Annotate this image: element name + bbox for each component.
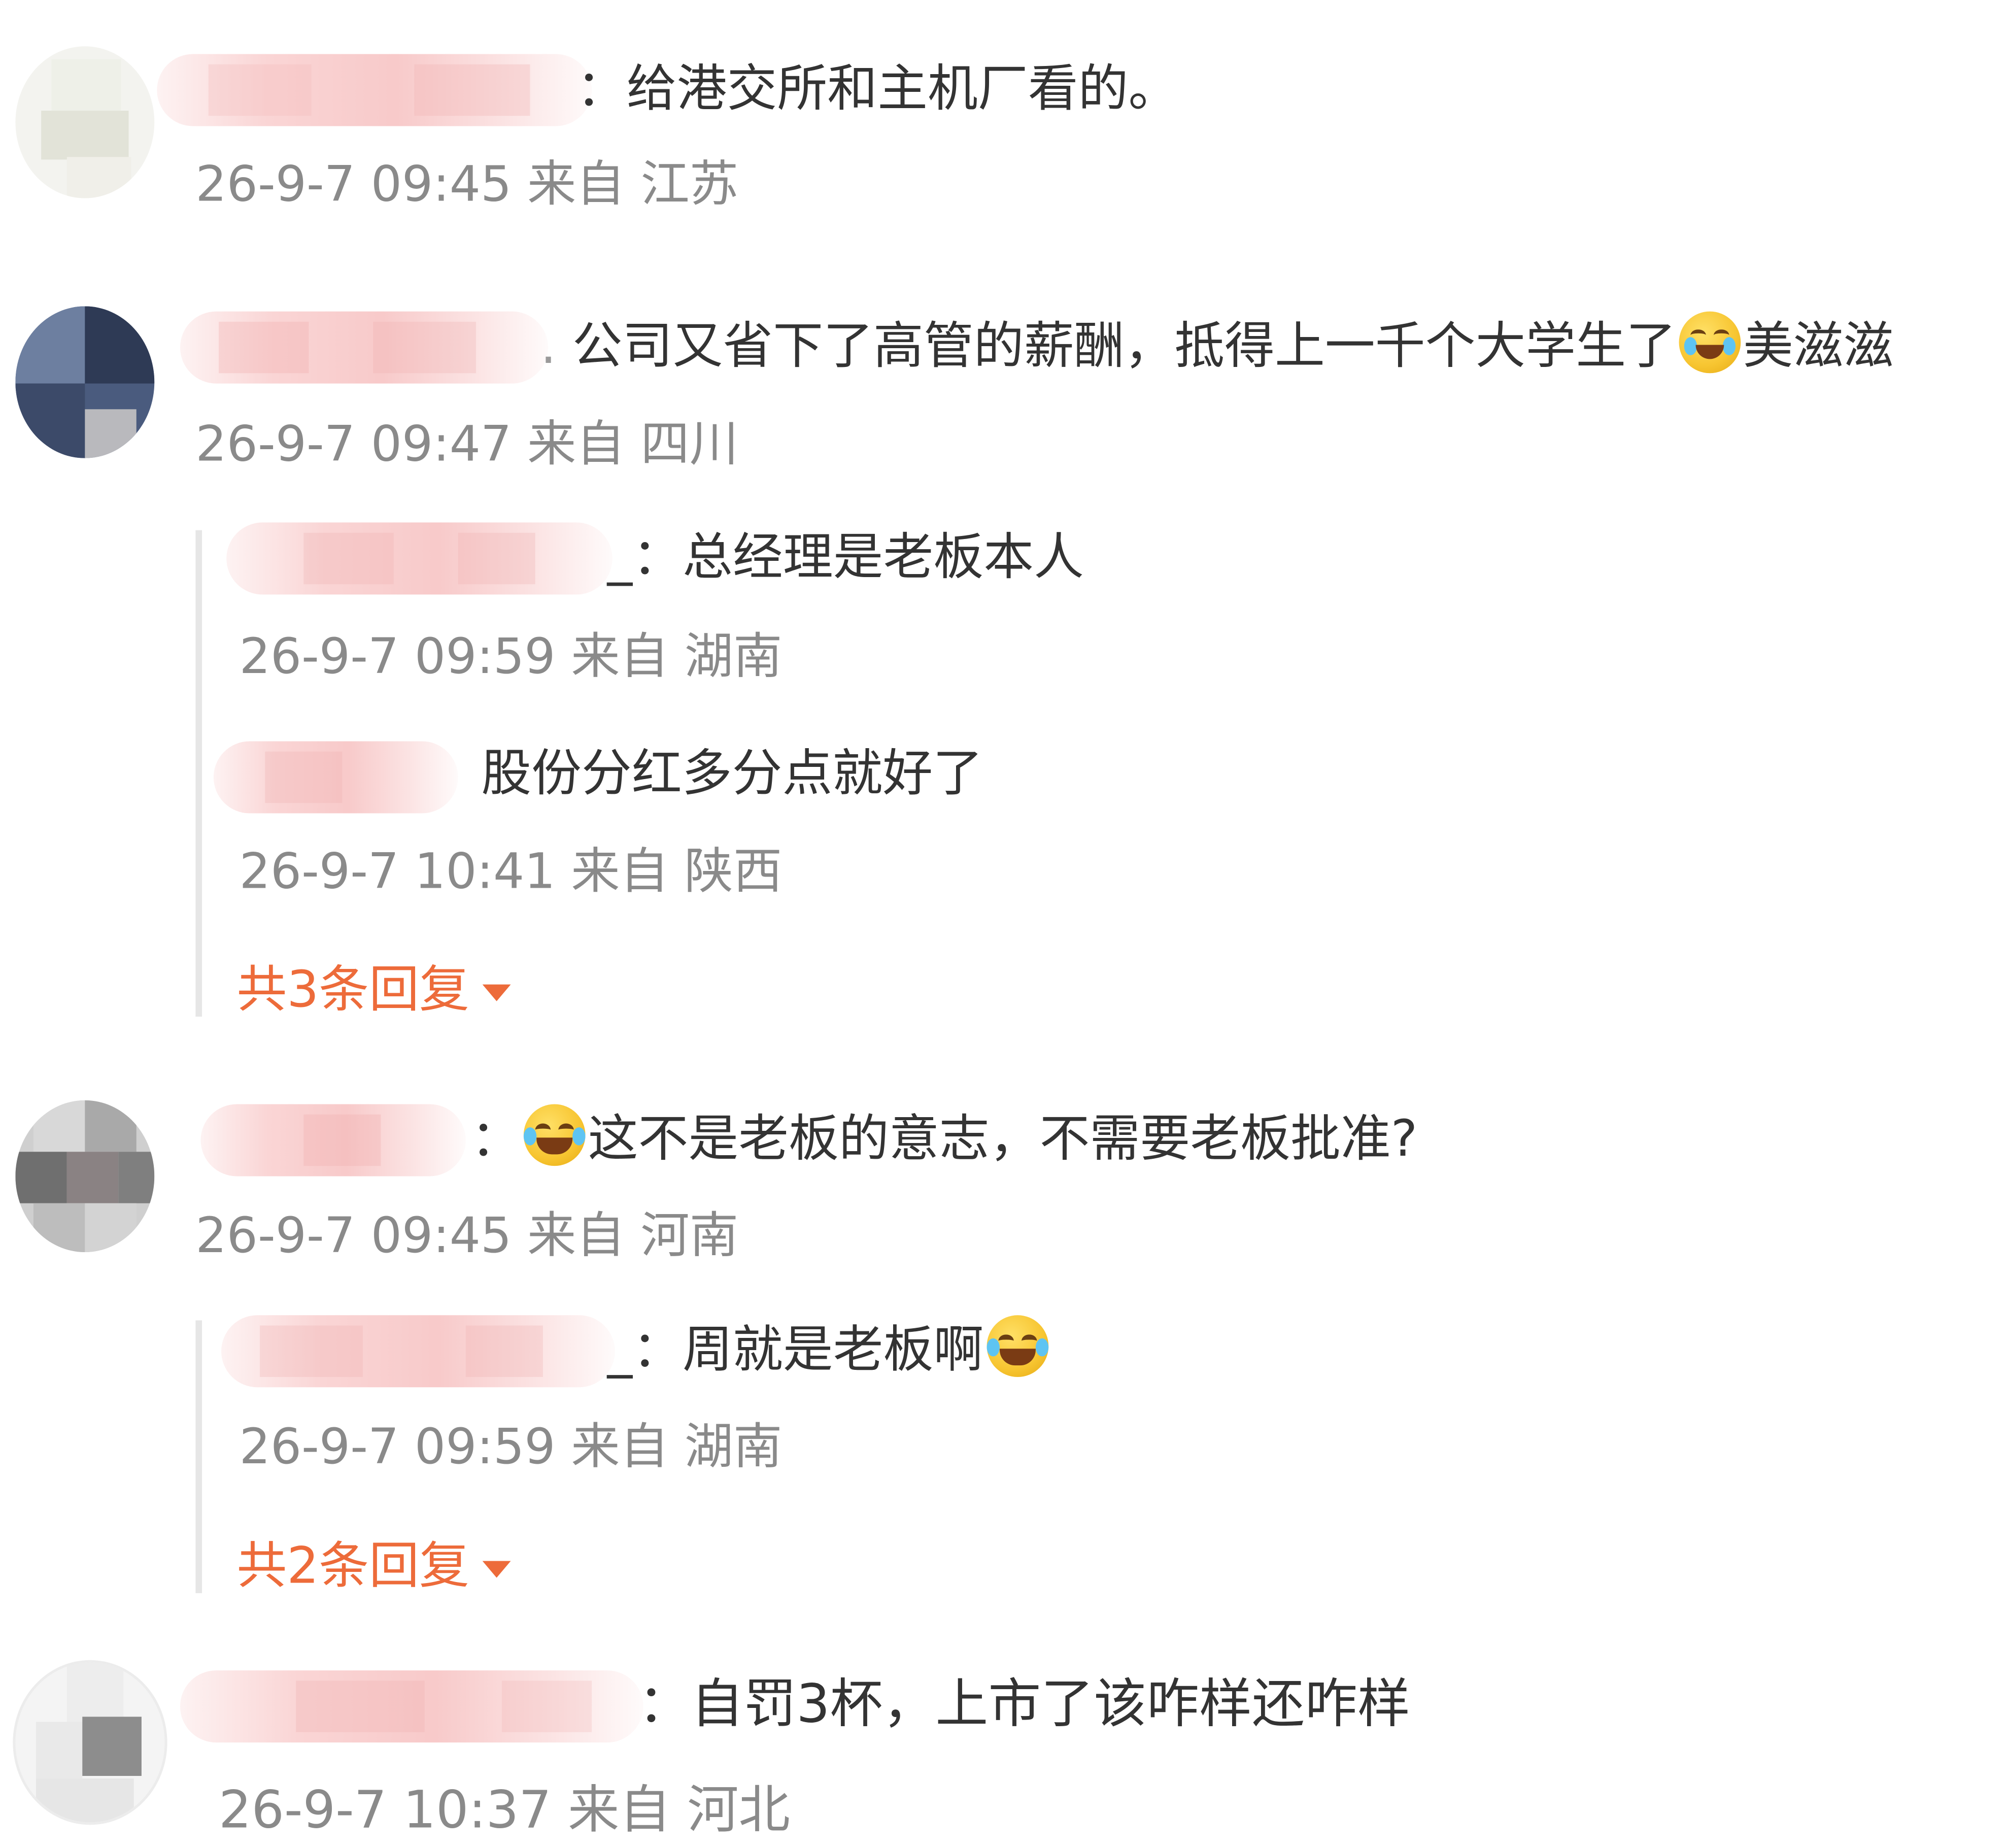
- username-blurred[interactable]: [180, 1670, 643, 1743]
- comment-meta: 26-9-7 10:37 来自 河北: [219, 1778, 790, 1843]
- reply-location: 湖南: [684, 1418, 783, 1475]
- comment-text: . 公司又省下了高管的薪酬，抵得上一千个大学生了 美滋滋: [540, 311, 1894, 384]
- comment-meta: 26-9-7 09:45 来自 江苏: [195, 152, 738, 216]
- reply-meta: 26-9-7 10:41 来自 陕西: [240, 839, 783, 903]
- comment-text: ： 这不是老板的意志，不需要老板批准?: [471, 1104, 1417, 1176]
- comment-list: ：给港交所和主机厂看的。 26-9-7 09:45 来自 江苏 . 公司又省下了…: [0, 0, 2007, 1848]
- caret-down-icon[interactable]: [482, 1561, 511, 1578]
- expand-replies-label[interactable]: 共3条回复: [236, 961, 469, 1019]
- comment-meta: 26-9-7 09:45 来自 河南: [195, 1203, 738, 1268]
- reply-location: 湖南: [684, 628, 783, 685]
- reply-text: _：周就是老板啊: [607, 1315, 1050, 1387]
- reply-from-label: 来自: [571, 628, 669, 685]
- comment-text: ：给港交所和主机厂看的。: [576, 60, 1179, 119]
- reply-text: _：总经理是老板本人: [607, 529, 1084, 587]
- reply-from-label: 来自: [571, 843, 669, 900]
- username-blurred[interactable]: [157, 54, 592, 126]
- username-blurred[interactable]: [200, 1104, 466, 1177]
- comment-text-main: 这不是老板的意志，不需要老板批准?: [588, 1111, 1418, 1169]
- comment-location: 河南: [640, 1207, 739, 1264]
- comment-location: 四川: [640, 415, 739, 473]
- expand-replies-button[interactable]: 共3条回复: [236, 955, 511, 1027]
- comment-time: 26-9-7 09:45: [195, 1207, 512, 1264]
- comment-time: 26-9-7 09:47: [195, 415, 512, 473]
- avatar[interactable]: [15, 46, 155, 198]
- comment-text-after-emoji: 美滋滋: [1743, 318, 1894, 376]
- avatar[interactable]: [15, 306, 155, 458]
- comment-location: 河北: [687, 1781, 790, 1840]
- reply-time: 26-9-7 09:59: [239, 628, 556, 685]
- username-blurred[interactable]: [213, 741, 458, 814]
- laugh-cry-emoji-icon: [986, 1315, 1048, 1377]
- expand-replies-label[interactable]: 共2条回复: [236, 1538, 469, 1596]
- comment-time: 26-9-7 10:37: [219, 1781, 552, 1840]
- comment-text-prefix: ：: [470, 1111, 521, 1169]
- username-blurred[interactable]: [221, 1315, 615, 1388]
- comment-from-label: 来自: [527, 1207, 625, 1264]
- reply-thread-line: [195, 530, 202, 1017]
- comment-location: 江苏: [640, 155, 739, 213]
- comment-from-label: 来自: [527, 415, 625, 473]
- reply-meta: 26-9-7 09:59 来自 湖南: [240, 624, 783, 689]
- comment-text-main: 公司又省下了高管的薪酬，抵得上一千个大学生了: [572, 318, 1677, 376]
- caret-down-icon[interactable]: [482, 984, 511, 1001]
- crying-emoji-icon: [1679, 311, 1741, 374]
- reply-location: 陕西: [684, 843, 783, 900]
- reply-text: 股份分红多分点就好了: [481, 745, 983, 803]
- reply-time: 26-9-7 09:59: [239, 1418, 556, 1475]
- comment-time: 26-9-7 09:45: [195, 155, 512, 213]
- avatar[interactable]: [13, 1660, 167, 1825]
- laugh-cry-emoji-icon: [523, 1104, 586, 1166]
- expand-replies-button[interactable]: 共2条回复: [236, 1531, 511, 1603]
- comment-from-label: 来自: [568, 1781, 671, 1840]
- username-blurred[interactable]: [180, 311, 549, 384]
- reply-thread-line: [195, 1320, 202, 1593]
- reply-meta: 26-9-7 09:59 来自 湖南: [240, 1415, 783, 1479]
- reply-time: 26-9-7 10:41: [239, 843, 556, 900]
- comment-text: ：自罚3杯，上市了该咋样还咋样: [638, 1673, 1410, 1735]
- avatar[interactable]: [15, 1100, 155, 1253]
- username-blurred[interactable]: [226, 522, 613, 595]
- reply-from-label: 来自: [571, 1418, 669, 1475]
- reply-text-main: _：周就是老板啊: [607, 1321, 984, 1380]
- comment-meta: 26-9-7 09:47 来自 四川: [195, 412, 738, 476]
- comment-from-label: 来自: [527, 155, 625, 213]
